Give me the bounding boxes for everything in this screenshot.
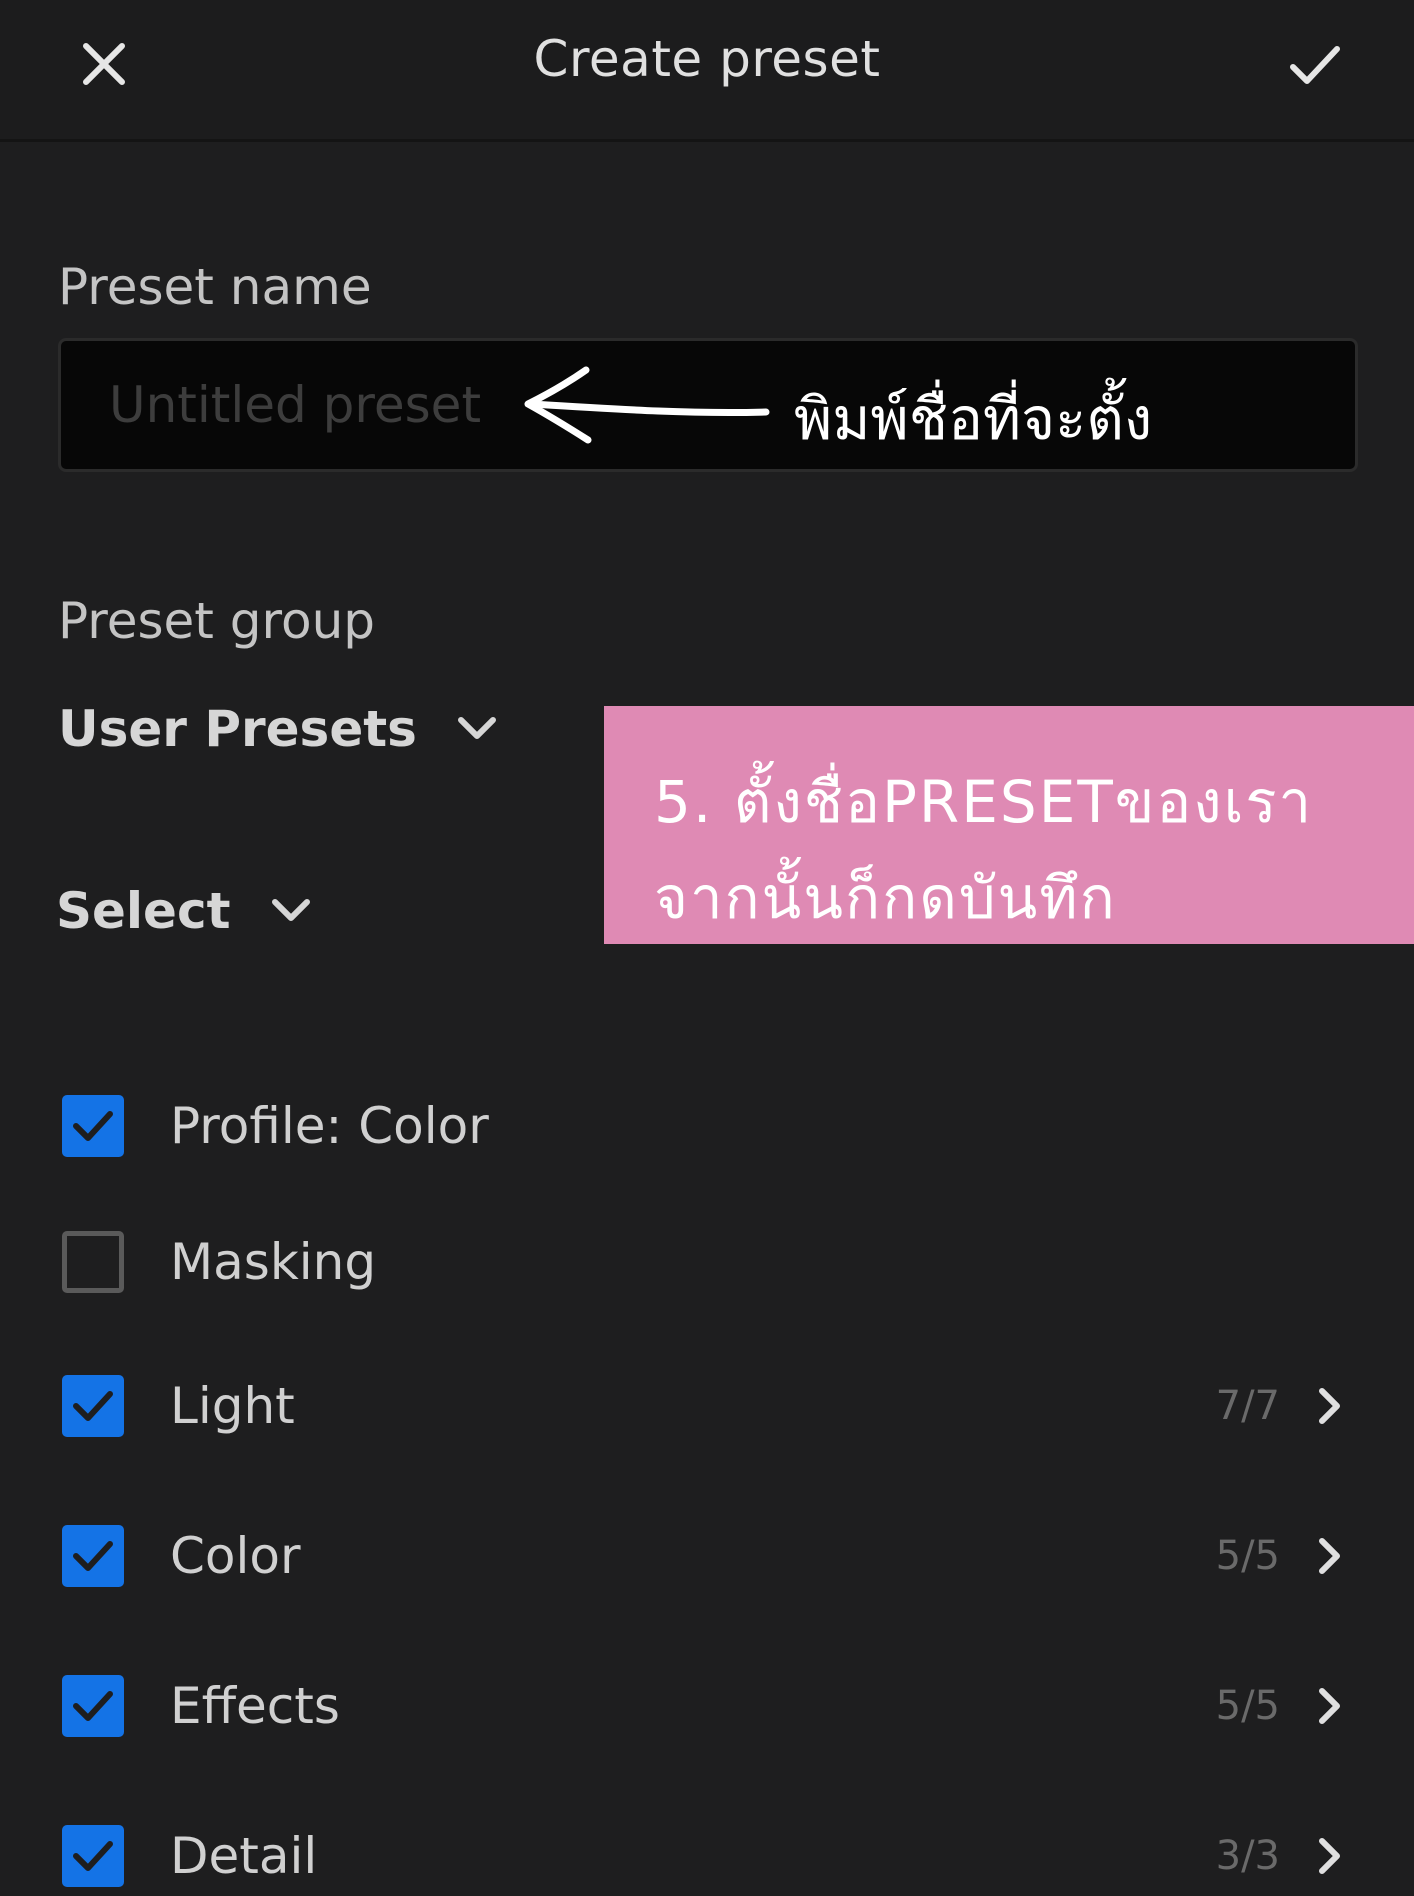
checkmark-icon (73, 1541, 113, 1571)
setting-label: Masking (170, 1233, 377, 1291)
checkbox-checked[interactable] (62, 1095, 124, 1157)
expand-button[interactable] (1308, 1534, 1352, 1578)
chevron-down-icon (271, 899, 310, 921)
checkbox-unchecked[interactable] (62, 1231, 124, 1293)
setting-count: 7/7 (1215, 1383, 1280, 1429)
chevron-right-icon (1319, 1688, 1340, 1724)
checkmark-icon (73, 1391, 113, 1421)
setting-row-profile[interactable]: Profile: Color (62, 1086, 1362, 1166)
preset-group-value: User Presets (58, 700, 417, 758)
arrow-left-icon (524, 366, 770, 444)
checkbox-checked[interactable] (62, 1375, 124, 1437)
checkbox-checked[interactable] (62, 1825, 124, 1887)
select-dropdown[interactable]: Select (56, 882, 311, 940)
setting-label: Light (170, 1377, 295, 1435)
setting-label: Effects (170, 1677, 340, 1735)
header-bar: Create preset (0, 0, 1414, 142)
preset-group-label: Preset group (58, 592, 376, 650)
annotation-text: พิมพ์ชื่อที่จะตั้ง (794, 385, 1153, 453)
checkmark-icon (1290, 46, 1340, 84)
chevron-down-icon (457, 717, 496, 739)
setting-row-detail[interactable]: Detail 3/3 (62, 1816, 1362, 1896)
setting-label: Detail (170, 1827, 318, 1885)
expand-button[interactable] (1308, 1684, 1352, 1728)
setting-count: 5/5 (1215, 1533, 1280, 1579)
setting-label: Color (170, 1527, 301, 1585)
setting-row-effects[interactable]: Effects 5/5 (62, 1666, 1362, 1746)
checkmark-icon (73, 1691, 113, 1721)
preset-group-dropdown[interactable]: User Presets (58, 700, 497, 758)
instruction-line-2: จากนั้นก็กดบันทึก (654, 864, 1117, 932)
instruction-line-1: 5. ตั้งชื่อPRESETของเรา (654, 768, 1314, 836)
setting-row-light[interactable]: Light 7/7 (62, 1366, 1362, 1446)
expand-button[interactable] (1308, 1834, 1352, 1878)
select-label: Select (56, 882, 231, 940)
setting-count: 5/5 (1215, 1683, 1280, 1729)
expand-button[interactable] (1308, 1384, 1352, 1428)
chevron-right-icon (1319, 1838, 1340, 1874)
preset-name-label: Preset name (58, 258, 372, 316)
page-title: Create preset (533, 30, 881, 88)
setting-label: Profile: Color (170, 1097, 489, 1155)
checkbox-checked[interactable] (62, 1675, 124, 1737)
checkbox-checked[interactable] (62, 1525, 124, 1587)
setting-row-color[interactable]: Color 5/5 (62, 1516, 1362, 1596)
instruction-box: 5. ตั้งชื่อPRESETของเรา จากนั้นก็กดบันทึ… (604, 706, 1414, 944)
chevron-right-icon (1319, 1538, 1340, 1574)
setting-row-masking[interactable]: Masking (62, 1222, 1362, 1302)
setting-count: 3/3 (1215, 1833, 1280, 1879)
chevron-right-icon (1319, 1388, 1340, 1424)
checkmark-icon (73, 1111, 113, 1141)
confirm-button[interactable] (1280, 30, 1350, 100)
checkmark-icon (73, 1841, 113, 1871)
